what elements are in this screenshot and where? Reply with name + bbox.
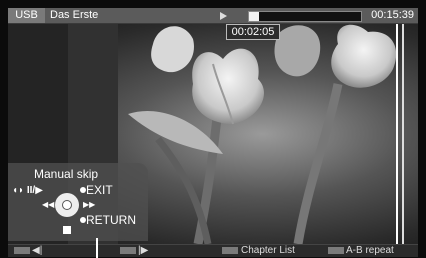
progress-bar[interactable] [248, 11, 362, 22]
bottom-bar: ◀| |▶ Chapter List A-B repeat [8, 244, 418, 257]
exit-label: EXIT [86, 183, 113, 197]
manual-skip-panel: Manual skip ◖◗ II/▶ ◀◀ ▶▶ EXIT RETURN [8, 163, 148, 241]
skip-forward-icon: |▶ [138, 245, 149, 256]
chapter-mark [402, 24, 404, 244]
current-time: 00:02:05 [226, 24, 280, 40]
ok-button[interactable] [62, 200, 72, 210]
skip-mode-symbols: ◖◗ II/▶ [12, 185, 43, 197]
pause-play-icon: ◖◗ II/▶ [12, 185, 43, 196]
dpad-icon[interactable] [55, 193, 79, 217]
skip-forward-key[interactable] [120, 247, 136, 254]
player-screen: USB Das Erste 00:15:39 00:02:05 Manual s… [0, 0, 426, 258]
fast-forward-icon: ▶▶ [83, 200, 96, 209]
skip-back-key[interactable] [14, 247, 30, 254]
chapter-list-key[interactable] [222, 247, 238, 254]
return-label: RETURN [86, 213, 136, 227]
stop-icon [63, 226, 71, 234]
skip-title: Manual skip [34, 167, 99, 181]
play-icon [220, 12, 227, 20]
progress-fill [249, 12, 260, 21]
source-badge: USB [8, 8, 45, 23]
ab-repeat-label: A-B repeat [346, 245, 394, 256]
skip-back-icon: ◀| [32, 245, 43, 256]
chapter-list-label: Chapter List [241, 245, 295, 256]
rewind-icon: ◀◀ [42, 200, 55, 209]
chapter-mark [396, 24, 398, 244]
ab-repeat-key[interactable] [328, 247, 344, 254]
channel-name: Das Erste [50, 9, 99, 21]
chapter-mark [96, 238, 98, 258]
top-bar: USB Das Erste 00:15:39 [8, 8, 418, 24]
total-time: 00:15:39 [371, 9, 414, 21]
